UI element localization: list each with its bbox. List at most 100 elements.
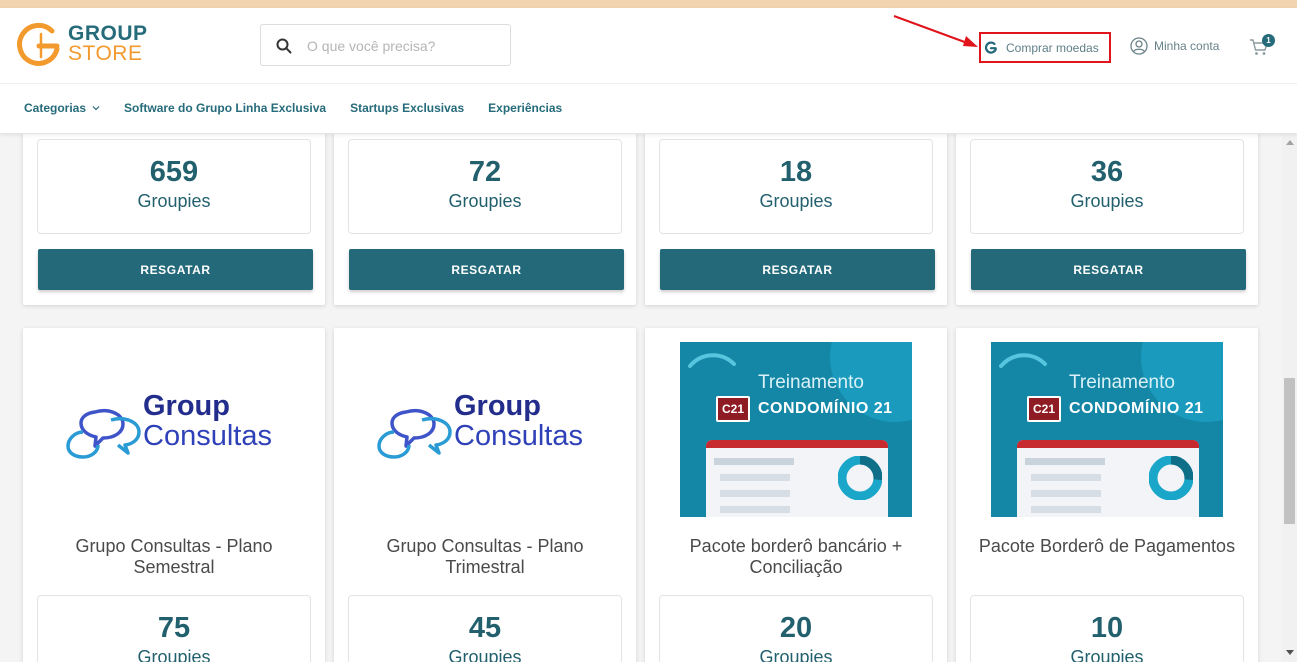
- product-card: 36 Groupies RESGATAR: [956, 134, 1258, 305]
- banner-mockup-window: [1017, 440, 1199, 517]
- brand-wordmark: GROUP STORE: [68, 22, 148, 65]
- pie-chart-icon: [838, 456, 882, 500]
- product-card[interactable]: Treinamento C21 CONDOMÍNIO 21 Pacote bor…: [645, 328, 947, 662]
- price-box: 75 Groupies: [37, 595, 311, 662]
- banner-mockup-line: [1031, 506, 1101, 513]
- logo-line-1: Group: [143, 390, 230, 422]
- banner-mockup-line: [714, 458, 794, 465]
- price-value: 75: [157, 612, 191, 644]
- search-icon[interactable]: [275, 37, 293, 55]
- cart-count-badge: 1: [1262, 34, 1275, 47]
- price-value: 45: [468, 612, 502, 644]
- product-card[interactable]: Treinamento C21 CONDOMÍNIO 21 Pacote Bor…: [956, 328, 1258, 662]
- banner-mockup-line: [1031, 490, 1101, 497]
- chevron-down-icon: [92, 106, 100, 111]
- chat-bubbles-icon: [66, 409, 141, 459]
- product-title[interactable]: Grupo Consultas - Plano Semestral: [43, 536, 305, 578]
- brand-logo-mark: [17, 22, 60, 66]
- price-value: 10: [1090, 612, 1124, 644]
- redeem-button[interactable]: RESGATAR: [38, 249, 313, 290]
- user-account-icon: [1130, 37, 1148, 55]
- redeem-button[interactable]: RESGATAR: [349, 249, 624, 290]
- cart-button[interactable]: 1: [1249, 34, 1279, 60]
- chat-bubbles-icon: [377, 409, 452, 459]
- nav-item-experiences[interactable]: Experiências: [488, 101, 562, 115]
- price-unit: Groupies: [137, 191, 211, 211]
- price-unit: Groupies: [759, 647, 833, 662]
- brand-line-1: GROUP: [68, 22, 148, 45]
- price-box: 659 Groupies: [37, 139, 311, 234]
- product-card[interactable]: Group Consultas Grupo Consultas - Plano …: [23, 328, 325, 662]
- banner-badge: C21: [716, 396, 750, 422]
- banner-mockup-titlebar: [1017, 440, 1199, 448]
- search-box: [260, 24, 511, 66]
- groupies-coin-icon: [984, 40, 997, 54]
- banner-line-1: Treinamento: [758, 372, 864, 393]
- price-box: 36 Groupies: [970, 139, 1244, 234]
- search-input[interactable]: [307, 35, 502, 57]
- price-unit: Groupies: [1070, 191, 1144, 211]
- banner-line-1: Treinamento: [1069, 372, 1175, 393]
- nav-item-startups[interactable]: Startups Exclusivas: [350, 101, 464, 115]
- product-card: 72 Groupies RESGATAR: [334, 134, 636, 305]
- header-main-row: GROUP STORE Comprar moedas: [0, 8, 1297, 84]
- annotation-arrow-icon: [893, 15, 978, 47]
- scrollbar-thumb[interactable]: [1284, 378, 1295, 524]
- price-box: 10 Groupies: [970, 595, 1244, 662]
- product-grid: 659 Groupies RESGATAR 72 Groupies RESGAT…: [0, 134, 1282, 662]
- scroll-down-arrow-icon[interactable]: [1286, 650, 1294, 655]
- price-unit: Groupies: [448, 647, 522, 662]
- pie-chart-icon: [1149, 456, 1193, 500]
- my-account-link[interactable]: Minha conta: [1130, 36, 1219, 56]
- price-box: 18 Groupies: [659, 139, 933, 234]
- group-consultas-logo: Group Consultas: [63, 388, 293, 478]
- banner-mockup-window: [706, 440, 888, 517]
- product-title[interactable]: Pacote borderô bancário + Conciliação: [665, 536, 927, 578]
- banner-wave-icon: [999, 353, 1047, 368]
- redeem-button[interactable]: RESGATAR: [660, 249, 935, 290]
- buy-coins-label: Comprar moedas: [1006, 40, 1099, 55]
- price-value: 659: [149, 156, 199, 188]
- price-box: 20 Groupies: [659, 595, 933, 662]
- price-unit: Groupies: [759, 191, 833, 211]
- product-card[interactable]: Group Consultas Grupo Consultas - Plano …: [334, 328, 636, 662]
- price-unit: Groupies: [137, 647, 211, 662]
- price-unit: Groupies: [1070, 647, 1144, 662]
- redeem-button[interactable]: RESGATAR: [971, 249, 1246, 290]
- main-navigation: Categorias Software do Grupo Linha Exclu…: [0, 84, 1297, 132]
- brand-logo[interactable]: GROUP STORE: [16, 22, 156, 68]
- product-card: 18 Groupies RESGATAR: [645, 134, 947, 305]
- price-box: 45 Groupies: [348, 595, 622, 662]
- product-title[interactable]: Grupo Consultas - Plano Trimestral: [354, 536, 616, 578]
- banner-wave-icon: [688, 353, 736, 368]
- banner-mockup-line: [720, 474, 790, 481]
- logo-line-2: Consultas: [143, 420, 272, 452]
- logo-line-2: Consultas: [454, 420, 583, 452]
- site-header: GROUP STORE Comprar moedas: [0, 8, 1297, 134]
- price-value: 20: [779, 612, 813, 644]
- product-title[interactable]: Pacote Borderô de Pagamentos: [976, 536, 1238, 557]
- nav-categories-label: Categorias: [24, 101, 87, 115]
- banner-mockup-line: [720, 490, 790, 497]
- banner-mockup-titlebar: [706, 440, 888, 448]
- banner-line-2: CONDOMÍNIO 21: [1069, 400, 1204, 417]
- price-value: 36: [1090, 156, 1124, 188]
- banner-mockup-line: [720, 506, 790, 513]
- banner-mockup-line: [1031, 474, 1101, 481]
- banner-line-2: CONDOMÍNIO 21: [758, 400, 893, 417]
- banner-mockup-line: [1025, 458, 1105, 465]
- my-account-label: Minha conta: [1154, 39, 1220, 53]
- top-accent-strip: [0, 0, 1297, 8]
- page-scrollbar[interactable]: [1282, 134, 1297, 662]
- price-box: 72 Groupies: [348, 139, 622, 234]
- buy-coins-link[interactable]: Comprar moedas: [979, 32, 1111, 63]
- nav-item-software[interactable]: Software do Grupo Linha Exclusiva: [124, 101, 326, 115]
- training-banner-image: Treinamento C21 CONDOMÍNIO 21: [991, 342, 1223, 517]
- nav-categories-dropdown[interactable]: Categorias: [24, 101, 100, 115]
- scroll-up-arrow-icon[interactable]: [1286, 140, 1294, 145]
- price-value: 72: [468, 156, 502, 188]
- logo-line-1: Group: [454, 390, 541, 422]
- brand-line-2: STORE: [68, 42, 143, 65]
- training-banner-image: Treinamento C21 CONDOMÍNIO 21: [680, 342, 912, 517]
- group-consultas-logo: Group Consultas: [374, 388, 604, 478]
